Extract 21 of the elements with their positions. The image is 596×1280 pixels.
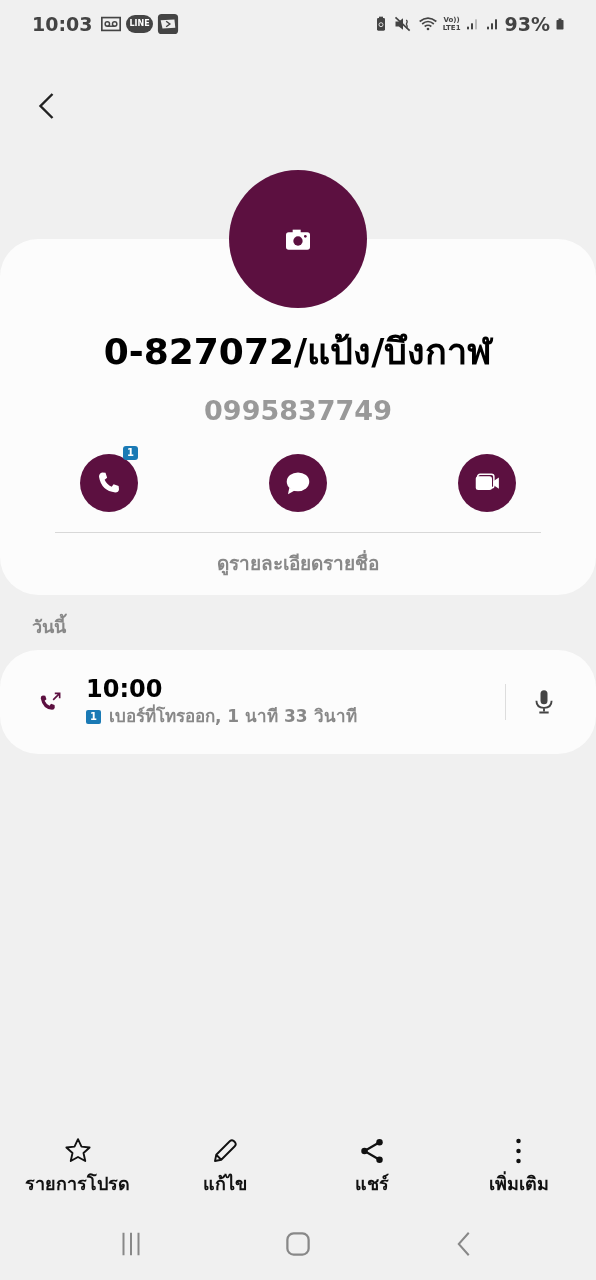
more-options-icon: [516, 1136, 521, 1166]
video-call-button[interactable]: [458, 453, 516, 512]
home-icon[interactable]: [283, 1229, 313, 1259]
more-button[interactable]: เพิ่มเติม: [445, 1136, 592, 1197]
date-heading: วันนี้: [32, 613, 596, 640]
call-time: 10:00: [86, 674, 164, 704]
status-time: 10:03: [32, 11, 93, 37]
share-button[interactable]: แชร์: [298, 1136, 445, 1197]
app-notification-icon: LINE: [126, 15, 153, 33]
app-notification-icon: [156, 13, 179, 35]
sim-badge: 1: [86, 710, 101, 724]
call-description: เบอร์ที่โทรออก, 1 นาที 33 วินาที: [108, 704, 357, 729]
message-button[interactable]: [269, 453, 327, 512]
mute-icon: [392, 14, 413, 34]
call-log-item[interactable]: 10:00 1 เบอร์ที่โทรออก, 1 นาที 33 วินาที: [0, 650, 596, 754]
sim-badge: 1: [123, 445, 138, 460]
battery-percent: 93%: [504, 11, 550, 37]
favorites-button[interactable]: รายการโปรด: [4, 1136, 151, 1197]
edit-button[interactable]: แก้ไข: [151, 1136, 298, 1197]
phone-number: 0995837749: [203, 394, 393, 428]
contact-name: 0-827072/แป้ง/บึงกาฬ: [102, 330, 494, 374]
